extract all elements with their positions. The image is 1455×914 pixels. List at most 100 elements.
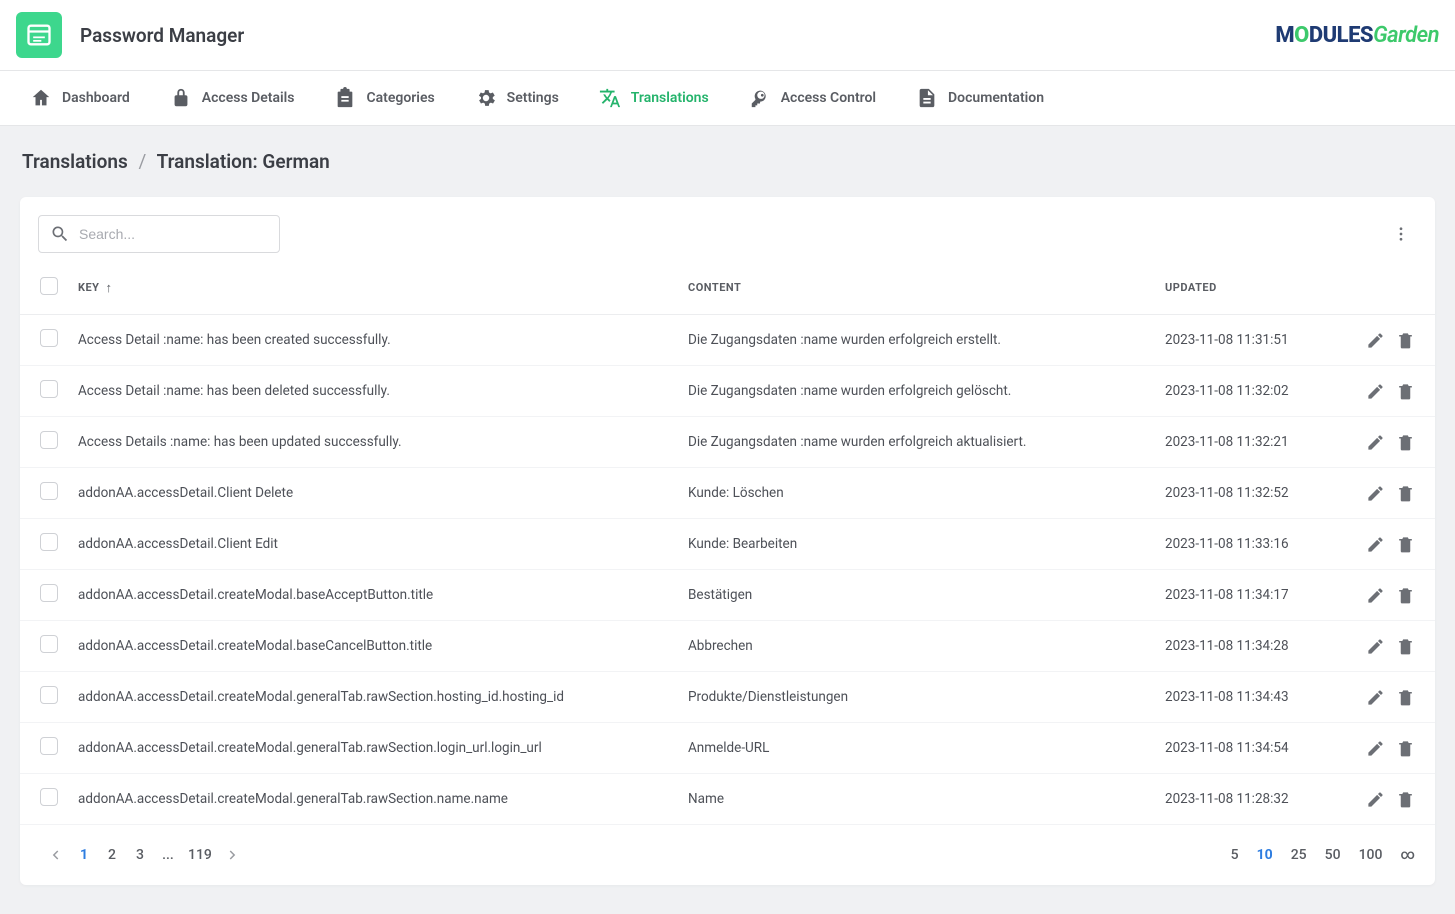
nav-label: Translations: [631, 90, 709, 106]
search-icon: [50, 224, 70, 244]
row-checkbox[interactable]: [40, 635, 58, 653]
page-button[interactable]: 119: [182, 841, 218, 869]
page-prev-button[interactable]: [40, 841, 70, 869]
page-button[interactable]: 3: [126, 841, 154, 869]
row-checkbox[interactable]: [40, 737, 58, 755]
chevron-right-icon: [224, 846, 242, 864]
pencil-icon: [1366, 535, 1385, 554]
delete-button[interactable]: [1395, 687, 1415, 707]
sort-arrow-icon: ↑: [106, 280, 113, 296]
row-checkbox[interactable]: [40, 431, 58, 449]
table-row: addonAA.accessDetail.createModal.baseAcc…: [20, 570, 1435, 621]
nav-label: Dashboard: [62, 90, 130, 106]
delete-button[interactable]: [1395, 636, 1415, 656]
cell-key: addonAA.accessDetail.Client Delete: [68, 468, 678, 519]
trash-icon: [1396, 739, 1415, 758]
page-size-option[interactable]: 50: [1325, 847, 1341, 863]
trash-icon: [1396, 637, 1415, 656]
column-header-updated[interactable]: UPDATED: [1155, 261, 1345, 315]
cell-content: Die Zugangsdaten :name wurden erfolgreic…: [678, 417, 1155, 468]
pencil-icon: [1366, 382, 1385, 401]
breadcrumb-sep: /: [138, 150, 146, 173]
page-size-option[interactable]: 10: [1257, 847, 1273, 863]
row-checkbox[interactable]: [40, 686, 58, 704]
nav-label: Access Details: [202, 90, 295, 106]
edit-button[interactable]: [1365, 636, 1385, 656]
delete-button[interactable]: [1395, 381, 1415, 401]
page-size-option[interactable]: 5: [1231, 847, 1239, 863]
nav-item-translations[interactable]: Translations: [579, 71, 729, 125]
delete-button[interactable]: [1395, 330, 1415, 350]
page-size-option[interactable]: 100: [1359, 847, 1383, 863]
edit-button[interactable]: [1365, 687, 1385, 707]
search-input[interactable]: [38, 215, 280, 253]
nav-item-categories[interactable]: Categories: [314, 71, 454, 125]
row-checkbox[interactable]: [40, 584, 58, 602]
table-row: addonAA.accessDetail.createModal.general…: [20, 723, 1435, 774]
nav-item-dashboard[interactable]: Dashboard: [10, 71, 150, 125]
page-size-option[interactable]: 25: [1291, 847, 1307, 863]
table-row: Access Detail :name: has been deleted su…: [20, 366, 1435, 417]
delete-button[interactable]: [1395, 738, 1415, 758]
column-header-key[interactable]: KEY↑: [68, 261, 678, 315]
pencil-icon: [1366, 739, 1385, 758]
edit-button[interactable]: [1365, 789, 1385, 809]
delete-button[interactable]: [1395, 534, 1415, 554]
edit-button[interactable]: [1365, 432, 1385, 452]
edit-button[interactable]: [1365, 381, 1385, 401]
cell-key: addonAA.accessDetail.createModal.general…: [68, 723, 678, 774]
row-checkbox[interactable]: [40, 482, 58, 500]
column-header-content[interactable]: CONTENT: [678, 261, 1155, 315]
nav-label: Access Control: [781, 90, 876, 106]
trash-icon: [1396, 382, 1415, 401]
pencil-icon: [1366, 433, 1385, 452]
delete-button[interactable]: [1395, 585, 1415, 605]
nav-item-access-details[interactable]: Access Details: [150, 71, 315, 125]
delete-button[interactable]: [1395, 483, 1415, 503]
breadcrumb-root[interactable]: Translations: [22, 150, 128, 173]
pencil-icon: [1366, 688, 1385, 707]
page-next-button[interactable]: [218, 841, 248, 869]
select-all-checkbox[interactable]: [40, 277, 58, 295]
nav-label: Categories: [366, 90, 434, 106]
table-row: addonAA.accessDetail.createModal.baseCan…: [20, 621, 1435, 672]
nav-item-access-control[interactable]: Access Control: [729, 71, 896, 125]
edit-button[interactable]: [1365, 330, 1385, 350]
page-button[interactable]: 2: [98, 841, 126, 869]
trash-icon: [1396, 535, 1415, 554]
search-wrap: [38, 215, 280, 253]
edit-button[interactable]: [1365, 738, 1385, 758]
nav-label: Documentation: [948, 90, 1044, 106]
row-checkbox[interactable]: [40, 788, 58, 806]
page-size-option[interactable]: ∞: [1400, 847, 1415, 863]
delete-button[interactable]: [1395, 432, 1415, 452]
cell-content: Die Zugangsdaten :name wurden erfolgreic…: [678, 366, 1155, 417]
pencil-icon: [1366, 790, 1385, 809]
cell-content: Abbrechen: [678, 621, 1155, 672]
row-checkbox[interactable]: [40, 533, 58, 551]
edit-button[interactable]: [1365, 534, 1385, 554]
edit-button[interactable]: [1365, 585, 1385, 605]
pencil-icon: [1366, 331, 1385, 350]
delete-button[interactable]: [1395, 789, 1415, 809]
row-checkbox[interactable]: [40, 329, 58, 347]
cell-content: Kunde: Bearbeiten: [678, 519, 1155, 570]
cell-key: Access Detail :name: has been created su…: [68, 315, 678, 366]
cell-key: addonAA.accessDetail.createModal.baseCan…: [68, 621, 678, 672]
cell-updated: 2023-11-08 11:34:54: [1155, 723, 1345, 774]
nav-item-settings[interactable]: Settings: [455, 71, 579, 125]
page-button[interactable]: 1: [70, 841, 98, 869]
row-checkbox[interactable]: [40, 380, 58, 398]
more-menu-button[interactable]: [1385, 218, 1417, 250]
key-icon: [749, 87, 771, 109]
translations-card: KEY↑ CONTENT UPDATED Access Detail :name…: [20, 197, 1435, 885]
brand-logo: MODULESGarden: [1275, 23, 1439, 48]
table-row: addonAA.accessDetail.Client DeleteKunde:…: [20, 468, 1435, 519]
cell-updated: 2023-11-08 11:34:43: [1155, 672, 1345, 723]
trash-icon: [1396, 790, 1415, 809]
nav-item-documentation[interactable]: Documentation: [896, 71, 1064, 125]
cell-key: addonAA.accessDetail.createModal.baseAcc…: [68, 570, 678, 621]
navbar: Dashboard Access Details Categories Setting…: [0, 71, 1455, 126]
edit-button[interactable]: [1365, 483, 1385, 503]
cell-content: Anmelde-URL: [678, 723, 1155, 774]
